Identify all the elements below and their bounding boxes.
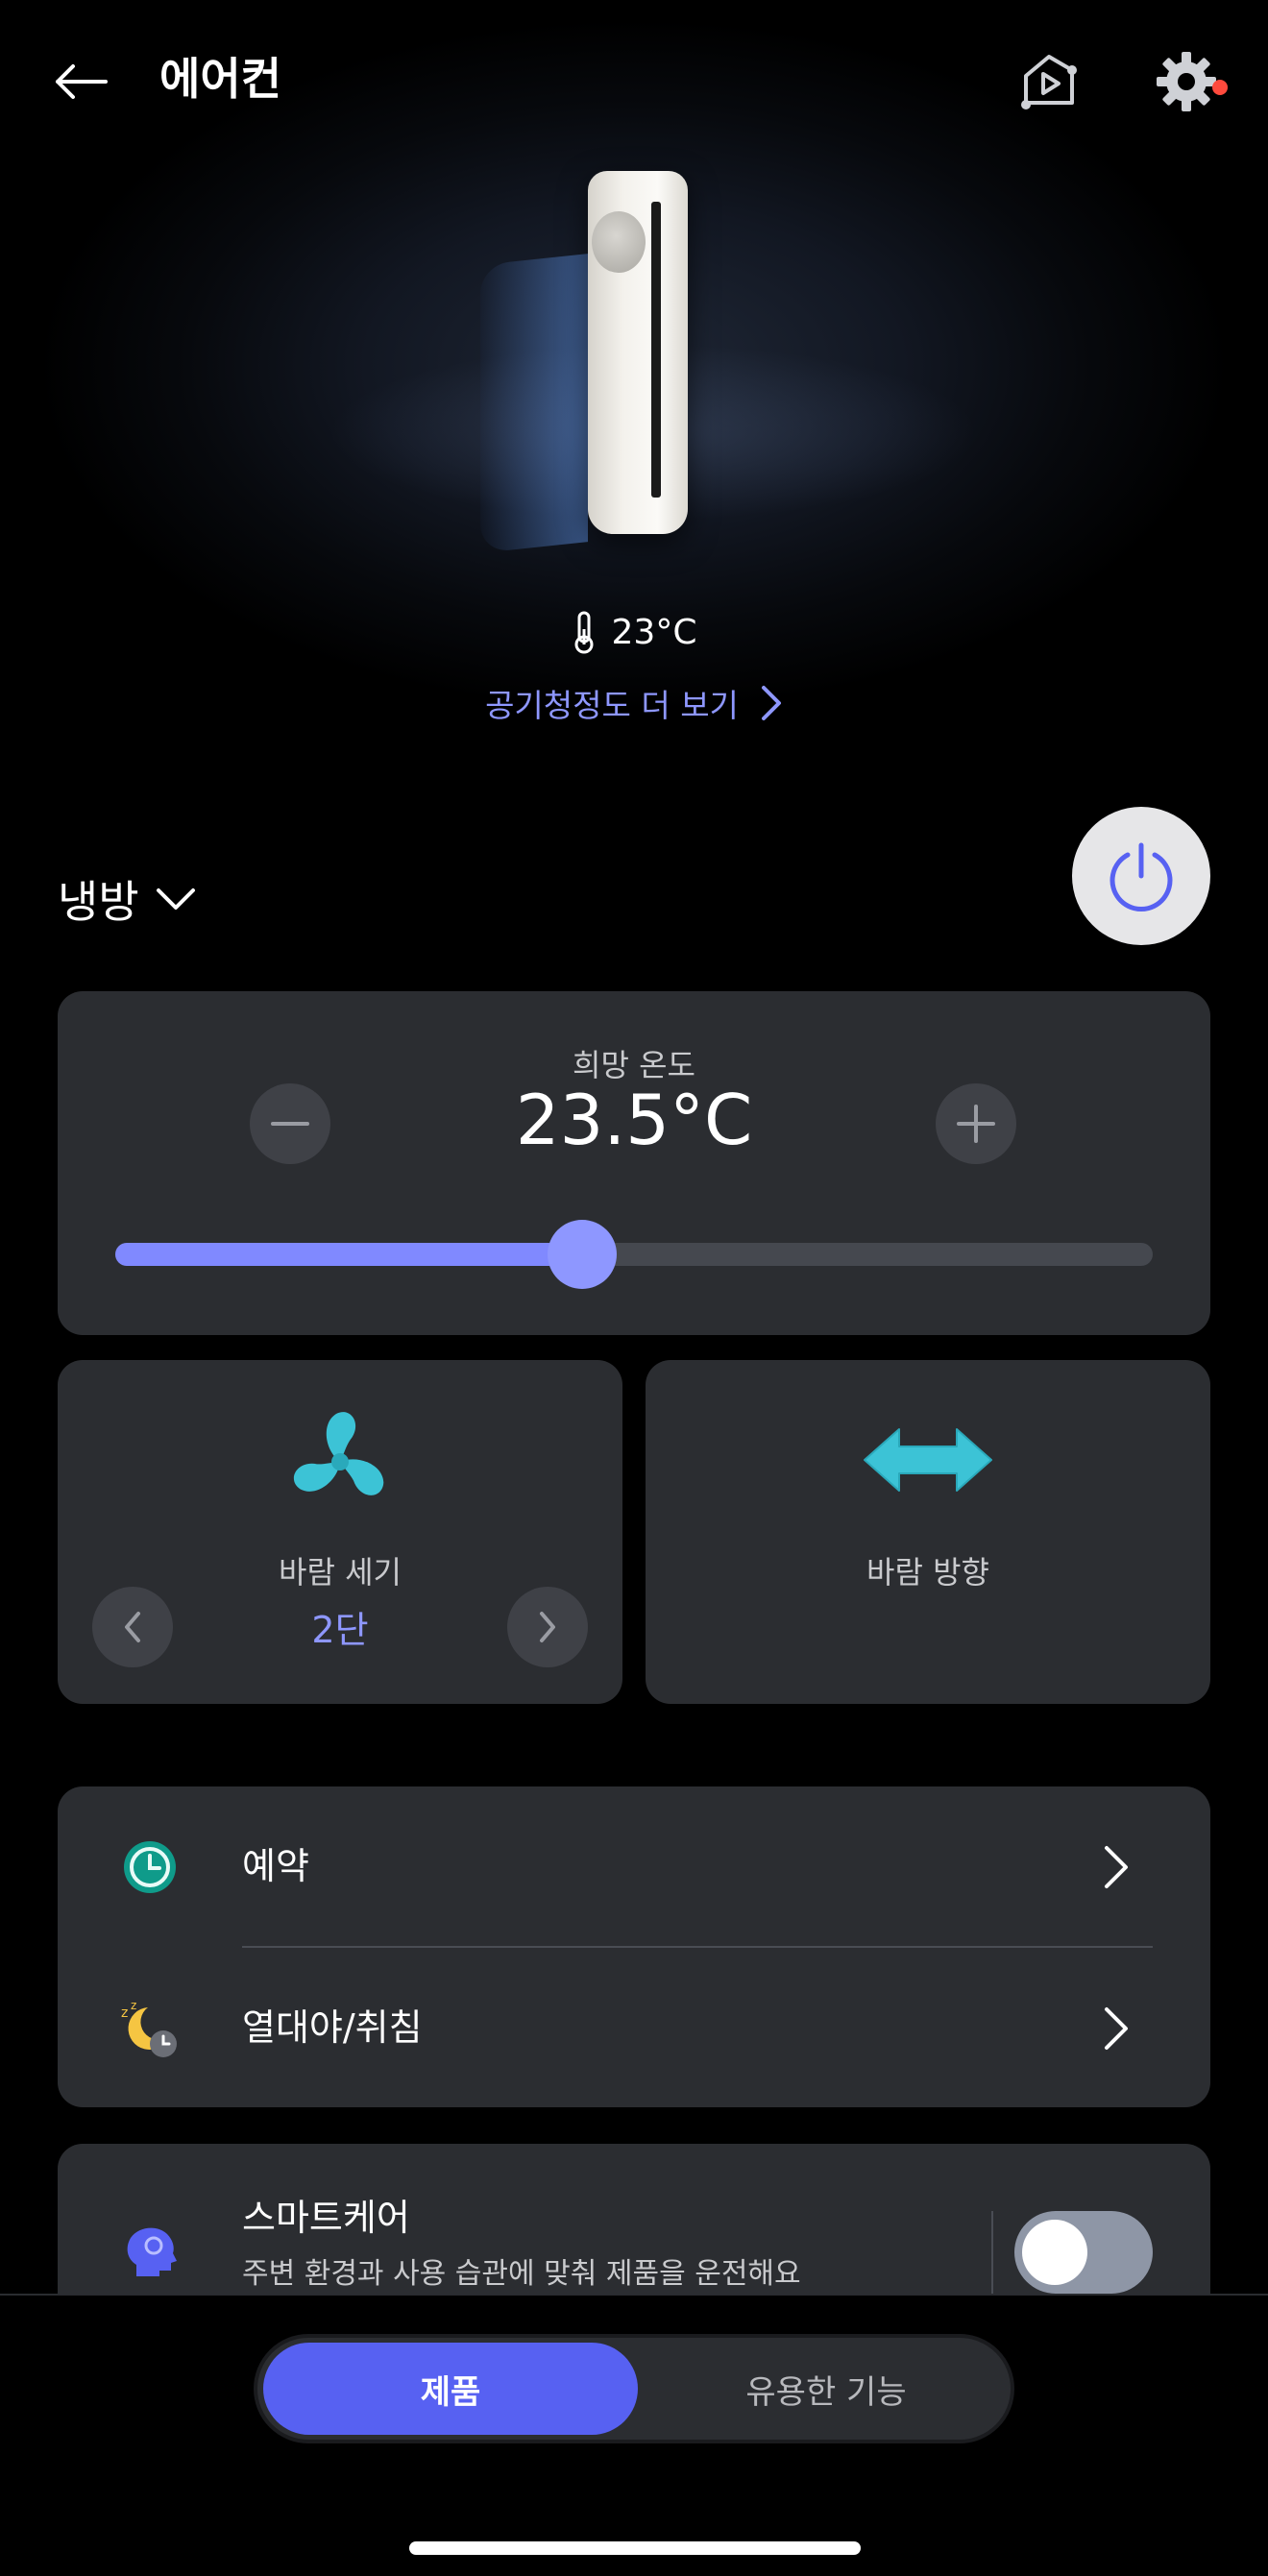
chevron-left-icon: [125, 1612, 140, 1642]
menu-card: 예약 z z 열대야/취침: [58, 1786, 1210, 2107]
svg-text:z: z: [121, 2005, 128, 2021]
desired-temperature-value: 23.5°C: [515, 1080, 753, 1160]
increase-temperature-button[interactable]: [936, 1083, 1016, 1164]
chevron-right-icon: [761, 686, 781, 720]
play-video-icon: [1021, 55, 1077, 109]
mode-dropdown[interactable]: 냉방: [58, 861, 197, 937]
menu-item-sleep[interactable]: z z 열대야/취침: [58, 1948, 1210, 2107]
smart-care-description: 주변 환경과 사용 습관에 맞춰 제품을 운전해요: [242, 2257, 801, 2291]
top-bar: 에어컨: [0, 38, 1268, 125]
tab-switcher: 제품 유용한 기능: [254, 2334, 1014, 2443]
page-title: 에어컨: [159, 53, 281, 105]
ac-vent-slot: [651, 202, 661, 498]
chevron-right-icon: [1105, 1846, 1128, 1888]
menu-item-label: 열대야/취침: [242, 2006, 423, 2049]
thermometer-icon: [574, 611, 594, 654]
temperature-slider-thumb[interactable]: [548, 1220, 617, 1289]
smart-care-title: 스마트케어: [242, 2197, 410, 2239]
ac-knob: [592, 211, 646, 273]
clock-icon: [124, 1841, 176, 1893]
air-conditioner-image: [588, 171, 688, 534]
wind-strength-label: 바람 세기: [279, 1554, 402, 1591]
tab-product[interactable]: 제품: [263, 2343, 638, 2435]
power-icon: [1110, 842, 1173, 911]
airflow-graphic: [480, 254, 588, 553]
menu-item-reservation[interactable]: 예약: [58, 1786, 1210, 1947]
toggle-knob: [1022, 2220, 1087, 2285]
wind-direction-card[interactable]: 바람 방향: [646, 1360, 1210, 1704]
wind-direction-label: 바람 방향: [866, 1554, 989, 1591]
temperature-slider[interactable]: [115, 1220, 1153, 1289]
current-temperature: 23°C: [0, 605, 1268, 659]
horizontal-arrows-icon: [864, 1428, 992, 1492]
smart-care-divider: [991, 2211, 993, 2303]
air-quality-link[interactable]: 공기청정도 더 보기: [0, 676, 1268, 730]
plus-icon: [957, 1105, 995, 1143]
media-button[interactable]: [1007, 38, 1091, 125]
decrease-temperature-button[interactable]: [250, 1083, 330, 1164]
smart-care-head-icon: [127, 2227, 177, 2276]
chevron-right-icon: [540, 1612, 555, 1642]
current-temperature-value: 23°C: [611, 612, 697, 652]
desired-temperature-card: 희망 온도 23.5°C: [58, 991, 1210, 1335]
gear-icon: [1157, 52, 1216, 111]
bottom-bar: 제품 유용한 기능: [0, 2294, 1268, 2576]
minus-icon: [271, 1122, 309, 1126]
air-quality-link-label: 공기청정도 더 보기: [485, 687, 739, 724]
back-button[interactable]: [42, 38, 119, 125]
hero-section: 에어컨 23°C 공기청정도 더 보기: [0, 0, 1268, 768]
notification-dot: [1212, 80, 1228, 95]
fan-icon: [294, 1412, 384, 1495]
wind-strength-card[interactable]: 바람 세기 2단: [58, 1360, 622, 1704]
wind-strength-increase-button[interactable]: [507, 1587, 588, 1667]
smart-care-toggle[interactable]: [1014, 2211, 1153, 2294]
chevron-down-icon: [156, 888, 195, 910]
svg-text:z: z: [131, 1999, 136, 2012]
chevron-right-icon: [1105, 2007, 1128, 2050]
menu-item-label: 예약: [242, 1845, 309, 1887]
home-indicator[interactable]: [409, 2541, 861, 2555]
tab-useful-features[interactable]: 유용한 기능: [642, 2343, 1011, 2435]
back-arrow-icon: [56, 64, 108, 99]
mode-label: 냉방: [58, 876, 139, 928]
power-button[interactable]: [1072, 807, 1210, 945]
sleep-moon-icon: z z: [121, 1999, 177, 2057]
temperature-slider-fill: [115, 1243, 582, 1266]
wind-strength-decrease-button[interactable]: [92, 1587, 173, 1667]
